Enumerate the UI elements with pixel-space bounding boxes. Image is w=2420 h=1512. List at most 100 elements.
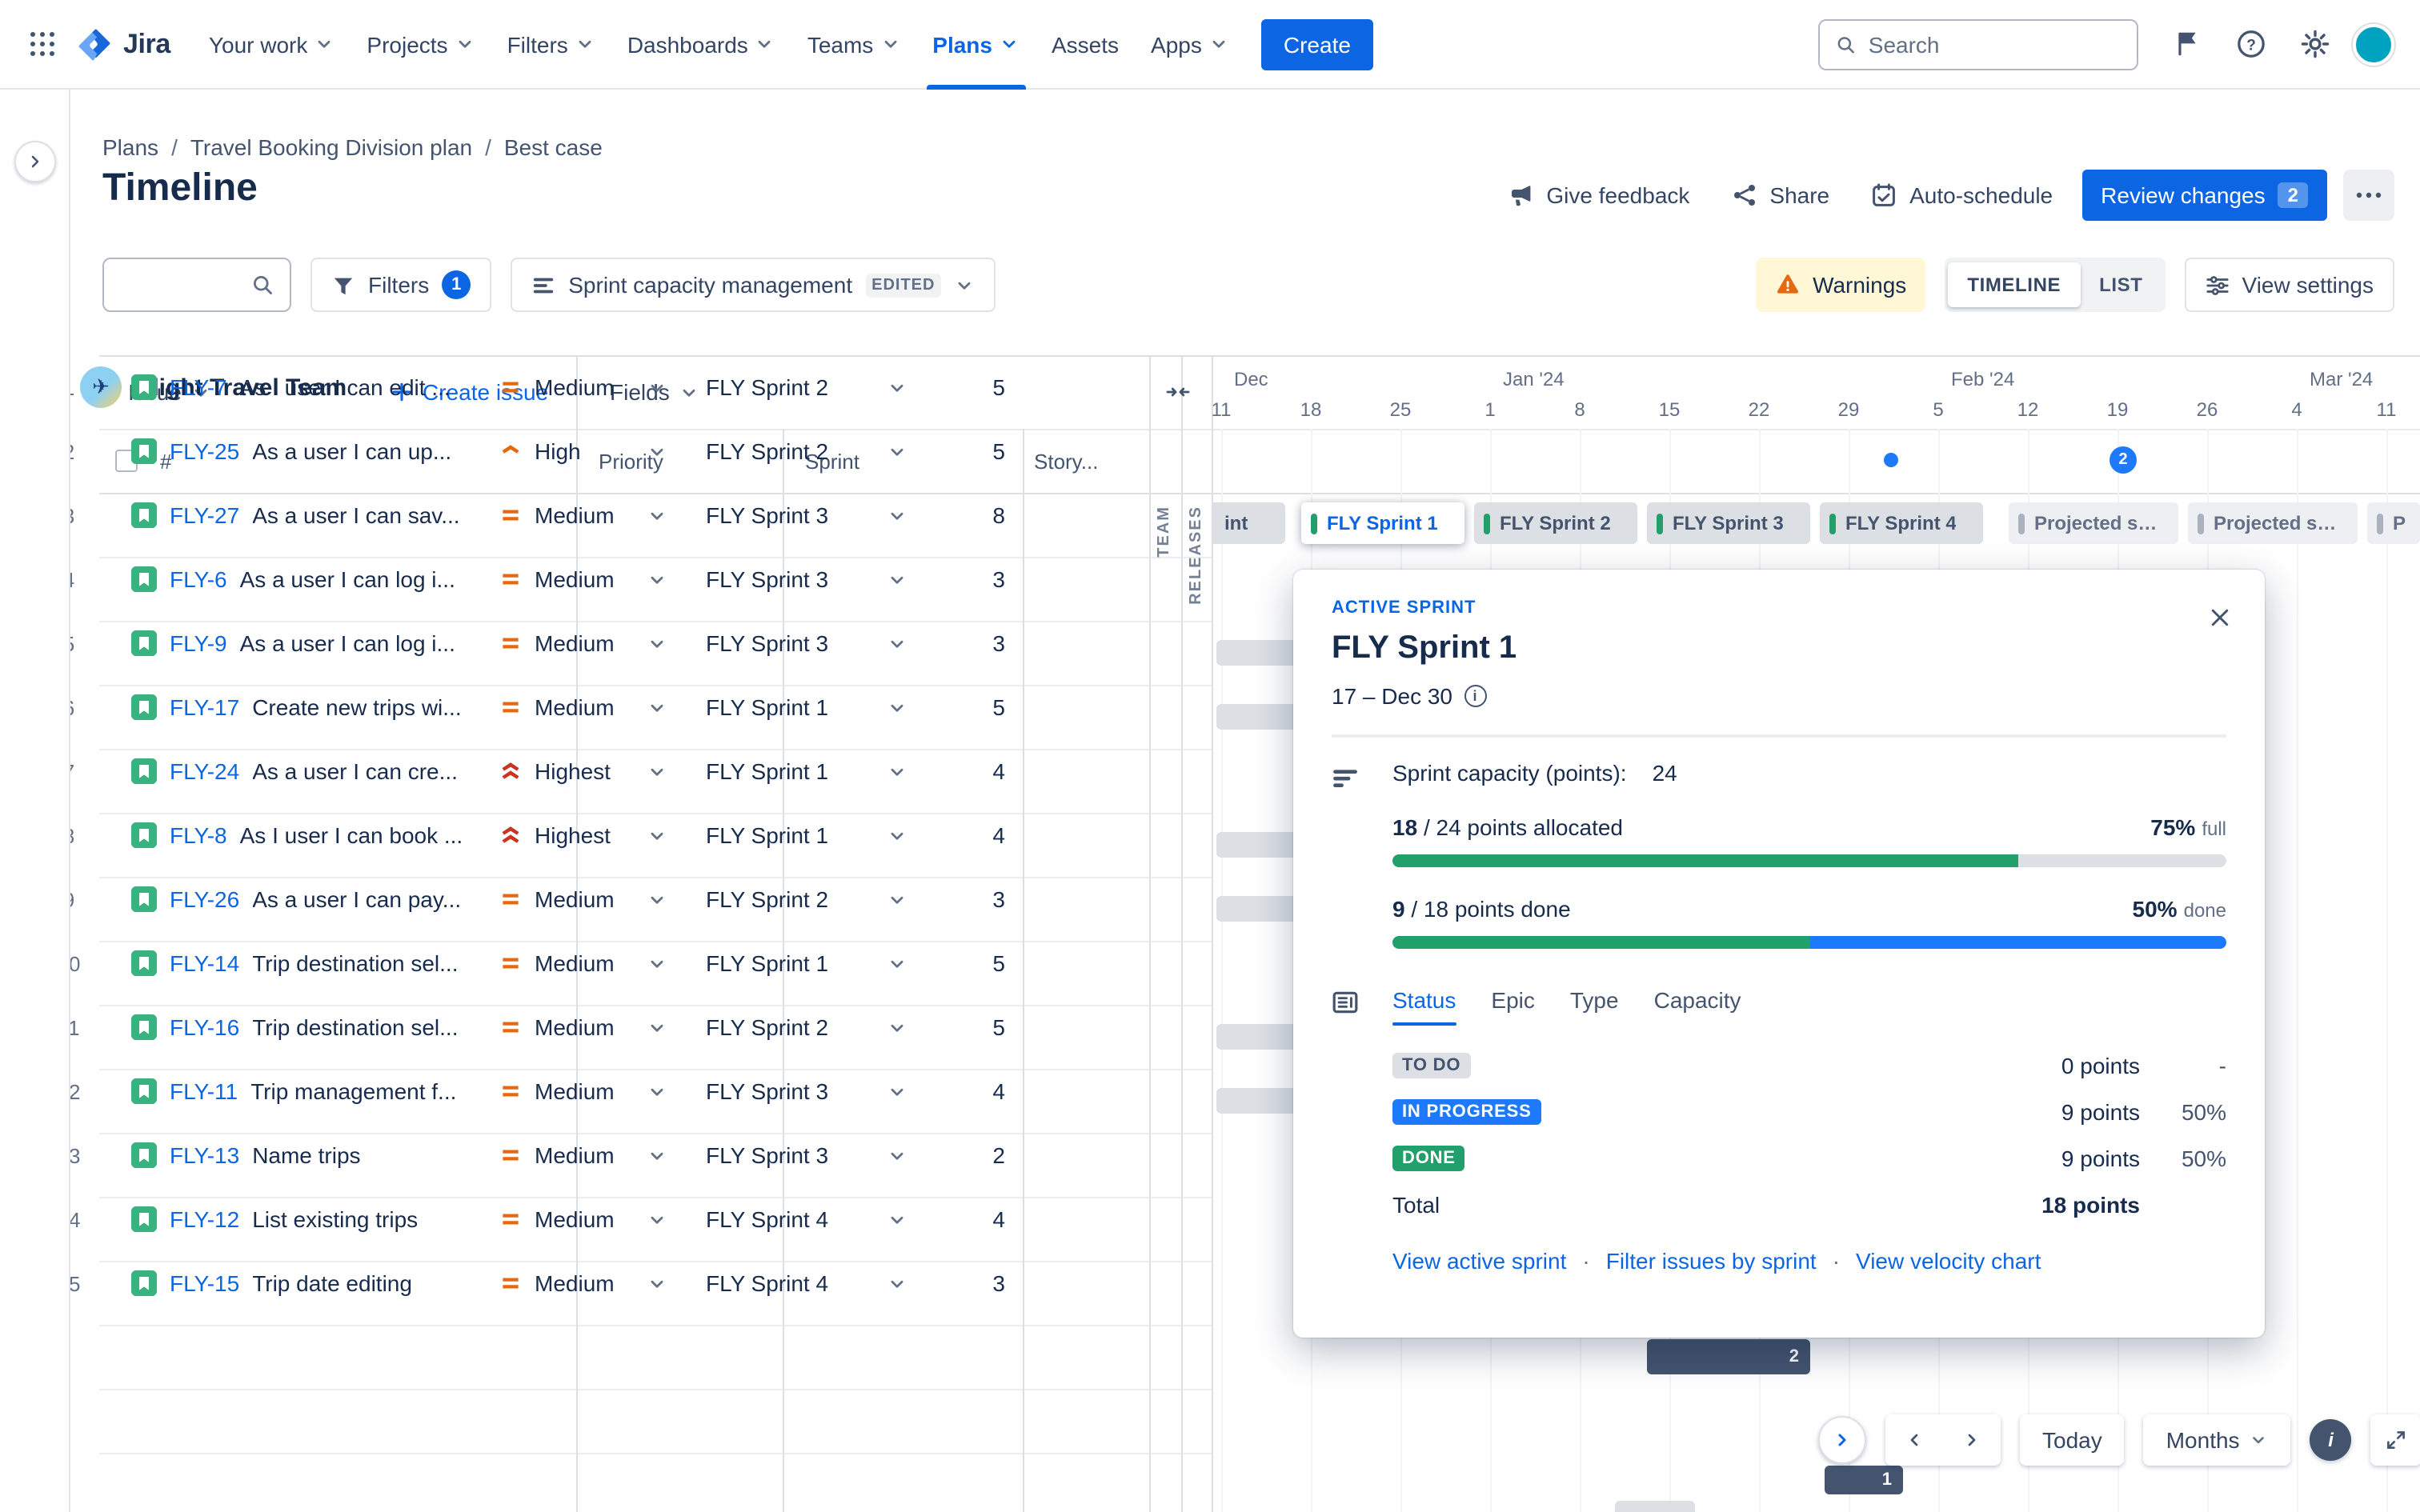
sprint-select[interactable]: FLY Sprint 4 xyxy=(683,1206,924,1232)
priority-select[interactable]: Highest xyxy=(477,822,683,848)
sprint-select[interactable]: FLY Sprint 3 xyxy=(683,630,924,656)
sprint-bar[interactable]: FLY Sprint 1 xyxy=(1301,502,1464,544)
create-button[interactable]: Create xyxy=(1260,18,1373,70)
sprint-bar[interactable]: int xyxy=(1212,502,1285,544)
tab-epic[interactable]: Epic xyxy=(1491,987,1534,1026)
issue-row[interactable]: 13FLY-13Name tripsMediumFLY Sprint 32 xyxy=(0,1123,1050,1187)
saved-view-dropdown[interactable]: Sprint capacity management EDITED xyxy=(511,258,996,312)
today-button[interactable]: Today xyxy=(2020,1414,2125,1466)
story-points-value[interactable]: 5 xyxy=(924,950,1050,976)
priority-select[interactable]: Medium xyxy=(477,1270,683,1296)
priority-select[interactable]: Medium xyxy=(477,630,683,656)
issue-key-link[interactable]: FLY-16 xyxy=(170,1014,239,1040)
story-points-value[interactable]: 3 xyxy=(924,630,1050,656)
release-milestone[interactable]: 2 xyxy=(2109,446,2137,474)
priority-select[interactable]: Medium xyxy=(477,374,683,400)
priority-select[interactable]: Medium xyxy=(477,1142,683,1168)
sprint-bar[interactable]: Projected spr... xyxy=(2188,502,2358,544)
timeline-mode-button[interactable]: TIMELINE xyxy=(1948,262,2081,307)
sprint-select[interactable]: FLY Sprint 1 xyxy=(683,758,924,784)
story-points-value[interactable]: 4 xyxy=(924,1206,1050,1232)
breadcrumb-link[interactable]: Plans xyxy=(102,134,158,160)
nav-item-your-work[interactable]: Your work xyxy=(193,0,351,89)
issue-key-link[interactable]: FLY-11 xyxy=(170,1078,238,1104)
issue-row[interactable]: 3FLY-27As a user I can sav...MediumFLY S… xyxy=(0,483,1050,547)
issue-row[interactable]: 12FLY-11Trip management f...MediumFLY Sp… xyxy=(0,1059,1050,1123)
issue-key-link[interactable]: FLY-6 xyxy=(170,566,227,592)
sprint-select[interactable]: FLY Sprint 1 xyxy=(683,822,924,848)
sprint-bar[interactable]: FLY Sprint 4 xyxy=(1820,502,1983,544)
sprint-bar[interactable]: Projected spr... xyxy=(2009,502,2178,544)
issue-key-link[interactable]: FLY-8 xyxy=(170,822,227,848)
sidebar-expand-button[interactable] xyxy=(14,141,55,182)
info-icon[interactable]: i xyxy=(1464,685,1486,707)
priority-select[interactable]: Medium xyxy=(477,886,683,912)
sprint-select[interactable]: FLY Sprint 3 xyxy=(683,1078,924,1104)
issue-row[interactable]: 2FLY-25As a user I can up...HighFLY Spri… xyxy=(0,419,1050,483)
priority-select[interactable]: High xyxy=(477,438,683,464)
sprint-select[interactable]: FLY Sprint 2 xyxy=(683,886,924,912)
nav-item-filters[interactable]: Filters xyxy=(491,0,611,89)
nav-item-assets[interactable]: Assets xyxy=(1036,0,1135,89)
story-points-value[interactable]: 4 xyxy=(924,758,1050,784)
timeline-issue-bar[interactable]: 1 xyxy=(1825,1466,1903,1494)
nav-item-teams[interactable]: Teams xyxy=(791,0,916,89)
give-feedback-button[interactable]: Give feedback xyxy=(1495,170,1702,221)
story-points-value[interactable]: 5 xyxy=(924,438,1050,464)
issue-row[interactable]: 11FLY-16Trip destination sel...MediumFLY… xyxy=(0,995,1050,1059)
issue-row[interactable]: 5FLY-9As a user I can log i...MediumFLY … xyxy=(0,611,1050,675)
tab-status[interactable]: Status xyxy=(1392,987,1456,1026)
issue-key-link[interactable]: FLY-15 xyxy=(170,1270,239,1296)
issue-key-link[interactable]: FLY-13 xyxy=(170,1142,239,1168)
sprint-select[interactable]: FLY Sprint 3 xyxy=(683,566,924,592)
priority-select[interactable]: Medium xyxy=(477,566,683,592)
story-points-value[interactable]: 4 xyxy=(924,822,1050,848)
issue-key-link[interactable]: FLY-26 xyxy=(170,886,239,912)
collapse-fields-button[interactable] xyxy=(1165,355,1191,429)
priority-select[interactable]: Medium xyxy=(477,950,683,976)
story-points-value[interactable]: 2 xyxy=(924,1142,1050,1168)
priority-select[interactable]: Medium xyxy=(477,1206,683,1232)
user-avatar[interactable] xyxy=(2353,23,2394,65)
sprint-select[interactable]: FLY Sprint 2 xyxy=(683,1014,924,1040)
sprint-select[interactable]: FLY Sprint 1 xyxy=(683,694,924,720)
story-points-value[interactable]: 3 xyxy=(924,566,1050,592)
info-button[interactable]: i xyxy=(2310,1419,2352,1461)
priority-select[interactable]: Medium xyxy=(477,694,683,720)
nav-item-plans[interactable]: Plans xyxy=(916,0,1036,89)
nav-item-projects[interactable]: Projects xyxy=(351,0,491,89)
plan-search[interactable] xyxy=(102,258,291,312)
issue-key-link[interactable]: FLY-25 xyxy=(170,438,239,464)
issue-row[interactable]: 15FLY-15Trip date editingMediumFLY Sprin… xyxy=(0,1251,1050,1315)
view-settings-button[interactable]: View settings xyxy=(2184,258,2394,312)
app-switcher-icon[interactable] xyxy=(16,18,67,70)
story-points-value[interactable]: 5 xyxy=(924,374,1050,400)
story-points-value[interactable]: 8 xyxy=(924,502,1050,528)
sprint-select[interactable]: FLY Sprint 1 xyxy=(683,950,924,976)
nav-item-apps[interactable]: Apps xyxy=(1135,0,1245,89)
issue-row[interactable]: 10FLY-14Trip destination sel...MediumFLY… xyxy=(0,931,1050,995)
close-icon[interactable] xyxy=(2198,595,2242,640)
story-points-value[interactable]: 5 xyxy=(924,1014,1050,1040)
popup-link[interactable]: Filter issues by sprint xyxy=(1606,1248,1817,1274)
tab-capacity[interactable]: Capacity xyxy=(1654,987,1741,1026)
warnings-button[interactable]: Warnings xyxy=(1755,258,1926,312)
sprint-select[interactable]: FLY Sprint 2 xyxy=(683,438,924,464)
priority-select[interactable]: Highest xyxy=(477,758,683,784)
review-changes-button[interactable]: Review changes 2 xyxy=(2081,170,2327,221)
issue-row[interactable]: 7FLY-24As a user I can cre...HighestFLY … xyxy=(0,739,1050,803)
sprint-select[interactable]: FLY Sprint 2 xyxy=(683,374,924,400)
sprint-select[interactable]: FLY Sprint 3 xyxy=(683,1142,924,1168)
issue-key-link[interactable]: FLY-12 xyxy=(170,1206,239,1232)
list-mode-button[interactable]: LIST xyxy=(2080,262,2162,307)
sprint-bar[interactable]: FLY Sprint 3 xyxy=(1647,502,1810,544)
sprint-select[interactable]: FLY Sprint 3 xyxy=(683,502,924,528)
zoom-select[interactable]: Months xyxy=(2143,1414,2291,1466)
breadcrumb-link[interactable]: Best case xyxy=(504,134,603,160)
issue-key-link[interactable]: FLY-14 xyxy=(170,950,239,976)
popup-link[interactable]: View velocity chart xyxy=(1856,1248,2041,1274)
issue-row[interactable]: 4FLY-6As a user I can log i...MediumFLY … xyxy=(0,547,1050,611)
timeline-issue-bar[interactable]: 2 xyxy=(1647,1339,1810,1374)
breadcrumb-link[interactable]: Travel Booking Division plan xyxy=(190,134,472,160)
jira-logo[interactable]: Jira xyxy=(67,26,193,62)
